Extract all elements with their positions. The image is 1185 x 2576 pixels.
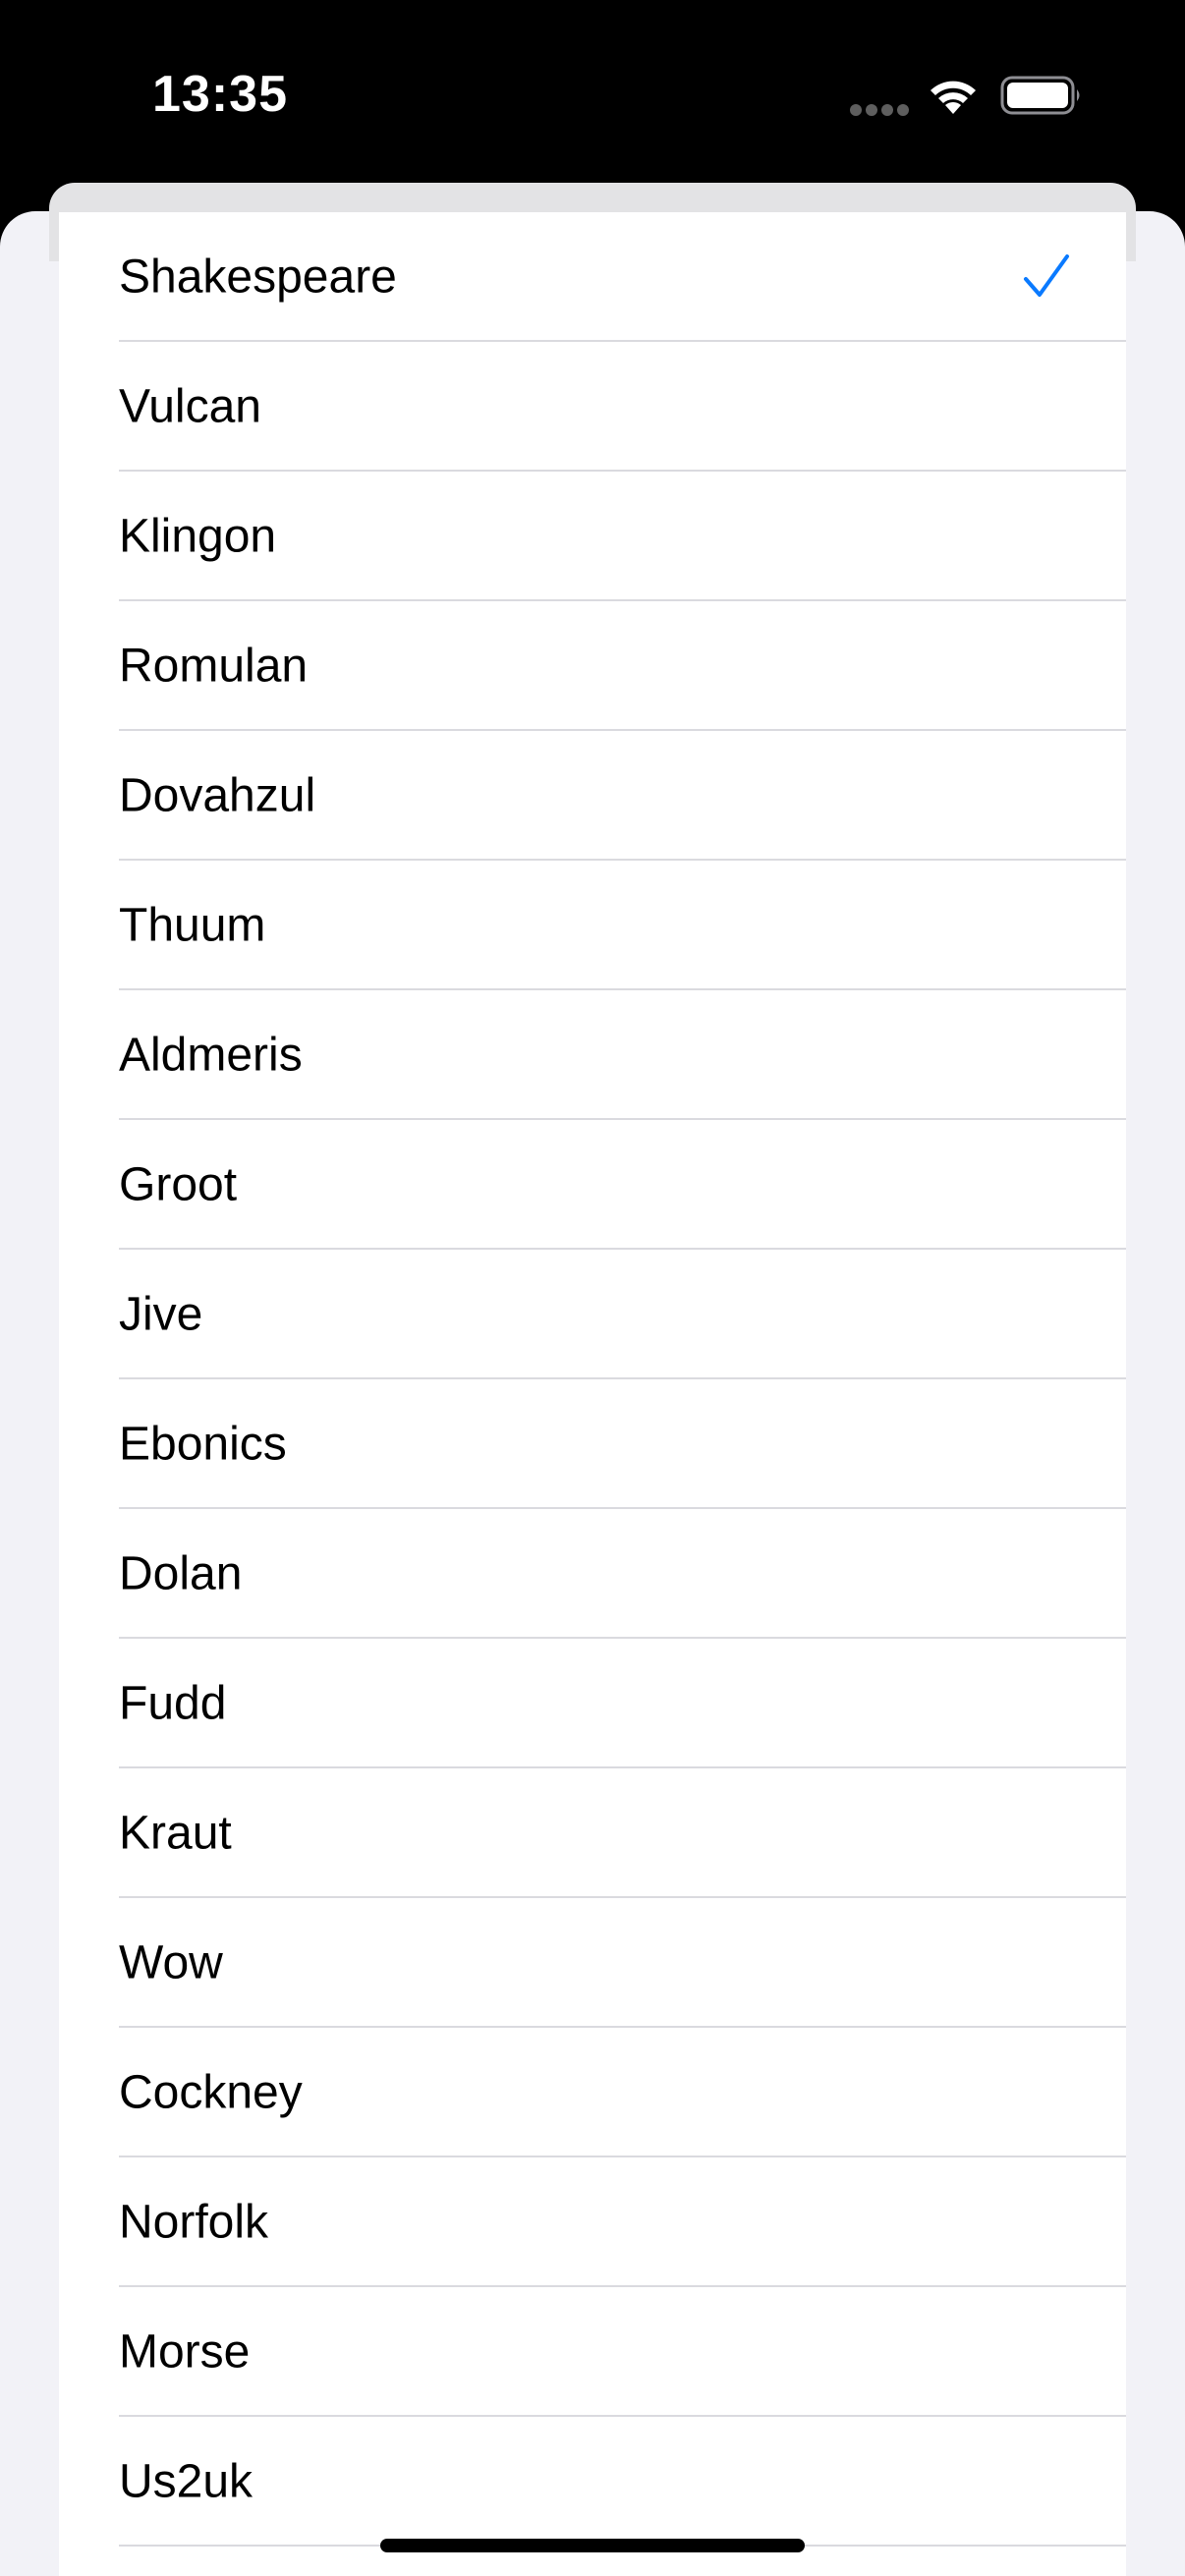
home-indicator[interactable] bbox=[380, 2539, 805, 2552]
list-item-label: Aldmeris bbox=[119, 1029, 303, 1082]
list-item[interactable]: Shakespeare bbox=[59, 212, 1126, 342]
screen: 13:35 Shakespeare Vulcan Klingon Romulan Dov… bbox=[0, 0, 1185, 2576]
checkmark-icon bbox=[1024, 254, 1069, 297]
list-item-label: Shakespeare bbox=[119, 251, 397, 304]
list-item[interactable]: Klingon bbox=[59, 472, 1126, 601]
list-item-label: Jive bbox=[119, 1288, 203, 1341]
list-item-label: Ebonics bbox=[119, 1418, 287, 1471]
list-item-label: Romulan bbox=[119, 640, 309, 693]
list-item-label: Klingon bbox=[119, 510, 277, 563]
list-item[interactable]: Dolan bbox=[59, 1509, 1126, 1639]
list-item[interactable]: Vulcan bbox=[59, 342, 1126, 472]
list-item-label: Dolan bbox=[119, 1547, 243, 1600]
battery-icon bbox=[1000, 76, 1080, 115]
list-item[interactable]: Morse bbox=[59, 2287, 1126, 2417]
list-item[interactable]: Thuum bbox=[59, 861, 1126, 990]
list-item-label: Thuum bbox=[119, 899, 266, 952]
status-bar: 13:35 bbox=[0, 0, 1185, 187]
list-item-label: Morse bbox=[119, 2325, 251, 2379]
list-item[interactable]: Us2uk bbox=[59, 2417, 1126, 2547]
status-time: 13:35 bbox=[152, 66, 288, 123]
wifi-icon bbox=[931, 81, 976, 114]
list-item[interactable]: Ebonics bbox=[59, 1379, 1126, 1509]
language-list: Shakespeare Vulcan Klingon Romulan Dovahzul T… bbox=[59, 212, 1126, 2576]
list-item-label: Kraut bbox=[119, 1807, 232, 1860]
list-item[interactable]: Aldmeris bbox=[59, 990, 1126, 1120]
list-item-label: Dovahzul bbox=[119, 769, 316, 822]
list-item[interactable]: Cockney bbox=[59, 2028, 1126, 2157]
cellular-signal-icon bbox=[850, 104, 909, 116]
list-item[interactable]: Romulan bbox=[59, 601, 1126, 731]
list-item[interactable]: Kraut bbox=[59, 1768, 1126, 1898]
list-item-label: Norfolk bbox=[119, 2196, 269, 2249]
list-item[interactable]: Dovahzul bbox=[59, 731, 1126, 861]
list-item[interactable]: Jive bbox=[59, 1250, 1126, 1379]
list-item-label: Wow bbox=[119, 1936, 223, 1989]
list-item[interactable]: Fudd bbox=[59, 1639, 1126, 1768]
list-item-label: Fudd bbox=[119, 1677, 227, 1730]
list-item[interactable]: Groot bbox=[59, 1120, 1126, 1250]
list-item-label: Vulcan bbox=[119, 380, 261, 433]
list-item-label: Cockney bbox=[119, 2066, 303, 2119]
list-item[interactable]: Norfolk bbox=[59, 2157, 1126, 2287]
list-item-label: Groot bbox=[119, 1158, 238, 1211]
list-item[interactable]: Wow bbox=[59, 1898, 1126, 2028]
list-item-label: Us2uk bbox=[119, 2455, 254, 2508]
